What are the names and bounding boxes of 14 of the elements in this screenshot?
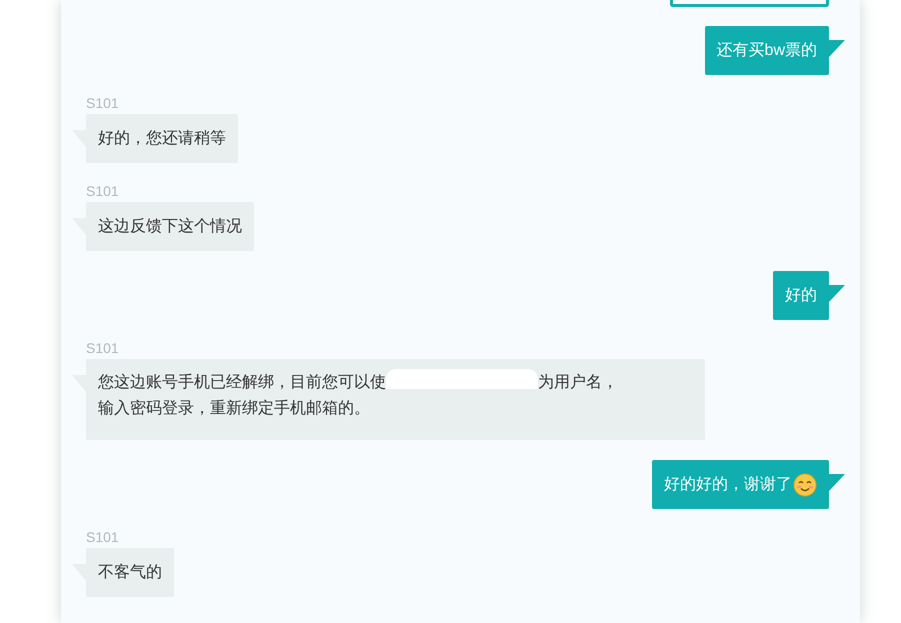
bubble-tail [829, 40, 845, 57]
sent-message: 好的好的，谢谢了 [652, 460, 829, 509]
received-message: 您这边账号手机已经解绑，目前您可以使 为用户名， 输入密码登录，重新绑定手机邮箱的。 [86, 359, 705, 440]
sender-name: S101 [86, 183, 119, 199]
received-message: 不客气的 [86, 548, 174, 597]
bubble-tail [829, 474, 845, 491]
sent-message: 好的 [773, 271, 829, 320]
sender-name: S101 [86, 529, 119, 545]
received-message: 好的，您还请稍等 [86, 114, 238, 163]
sender-name: S101 [86, 340, 119, 356]
bubble-tail [829, 285, 845, 302]
received-message: 这边反馈下这个情况 [86, 202, 254, 251]
sent-message: 还有买bw票的 [704, 26, 829, 75]
sender-name: S101 [86, 95, 119, 111]
